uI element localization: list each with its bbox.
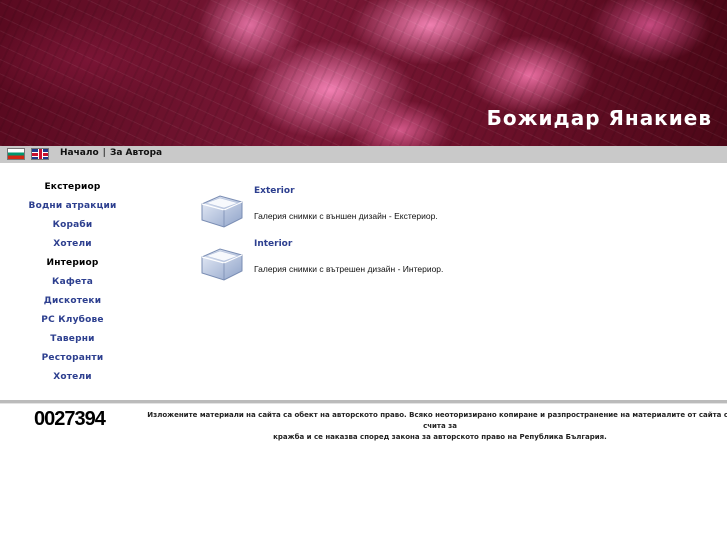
- copyright-line-1: Изложените материали на сайта са обект н…: [147, 411, 727, 430]
- sidebar-item-discos[interactable]: Дискотеки: [0, 292, 145, 311]
- sidebar-item-taverns[interactable]: Таверни: [0, 330, 145, 349]
- gallery-title-interior[interactable]: Interior: [254, 239, 292, 249]
- sidebar-item-ships[interactable]: Кораби: [0, 216, 145, 235]
- copyright-line-2: кражба и се наказва според закона за авт…: [273, 433, 607, 441]
- sidebar-item-hotels-interior[interactable]: Хотели: [0, 368, 145, 387]
- nav-link-about-author[interactable]: За Автора: [110, 148, 162, 158]
- copyright-notice: Изложените материали на сайта са обект н…: [140, 410, 727, 443]
- top-nav-links: Начало | За Автора: [60, 148, 162, 158]
- sidebar-menu: Екстериор Водни атракции Кораби Хотели И…: [0, 178, 145, 387]
- sidebar-item-hotels-exterior[interactable]: Хотели: [0, 235, 145, 254]
- footer-divider: [0, 400, 727, 404]
- uk-flag-icon[interactable]: [31, 148, 49, 160]
- gallery-entry-interior: Interior Галерия снимки с вътрешен дизай…: [196, 239, 716, 292]
- sidebar-item-water-attractions[interactable]: Водни атракции: [0, 197, 145, 216]
- nav-separator: |: [102, 148, 106, 158]
- gallery-description-exterior: Галерия снимки с външен дизайн - Екстери…: [254, 211, 438, 221]
- visit-counter: 0027394: [34, 408, 106, 430]
- header-banner: Божидар Янакиев: [0, 0, 727, 146]
- sidebar-item-cafes[interactable]: Кафета: [0, 273, 145, 292]
- site-title: Божидар Янакиев: [486, 106, 712, 130]
- sidebar-heading-exterior[interactable]: Екстериор: [0, 178, 145, 197]
- top-navbar: Начало | За Автора: [0, 146, 727, 163]
- nav-link-home[interactable]: Начало: [60, 148, 99, 158]
- folder-icon[interactable]: [198, 243, 246, 283]
- gallery-description-interior: Галерия снимки с вътрешен дизайн - Интер…: [254, 264, 444, 274]
- sidebar-item-pc-clubs[interactable]: PC Клубове: [0, 311, 145, 330]
- gallery-entry-exterior: Exterior Галерия снимки с външен дизайн …: [196, 186, 716, 239]
- gallery-title-exterior[interactable]: Exterior: [254, 186, 295, 196]
- bulgarian-flag-icon[interactable]: [7, 148, 25, 160]
- folder-icon[interactable]: [198, 190, 246, 230]
- sidebar-item-restaurants[interactable]: Ресторанти: [0, 349, 145, 368]
- sidebar-heading-interior[interactable]: Интериор: [0, 254, 145, 273]
- gallery-list: Exterior Галерия снимки с външен дизайн …: [196, 186, 716, 292]
